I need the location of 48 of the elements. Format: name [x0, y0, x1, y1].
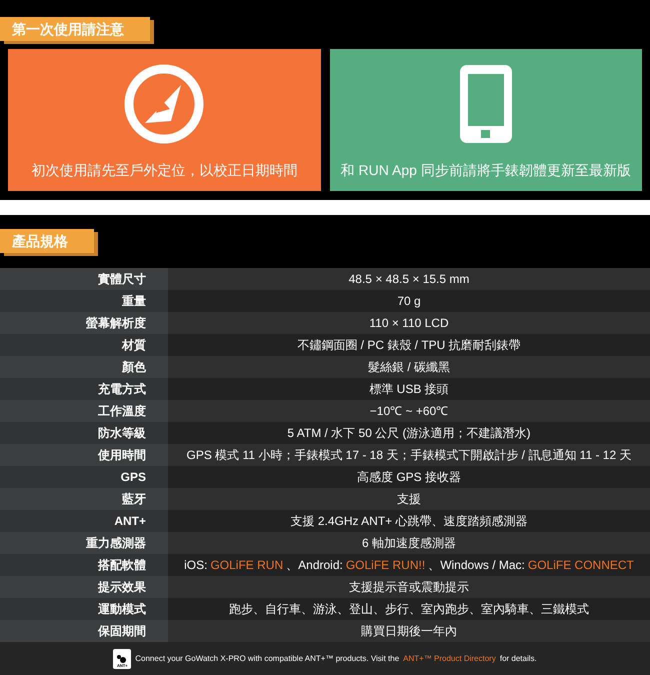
spec-value: 標準 USB 接頭 [168, 378, 650, 400]
spec-label: 充電方式 [0, 378, 168, 400]
spec-label: ANT+ [0, 510, 168, 532]
section-title: 第一次使用請注意 [0, 17, 150, 41]
spec-value: 、Windows / Mac: [428, 557, 525, 574]
spec-label: 顏色 [0, 356, 168, 378]
spec-label: 提示效果 [0, 576, 168, 598]
notice-text: 初次使用請先至戶外定位，以校正日期時間 [30, 161, 298, 179]
spec-value: 70 g [168, 290, 650, 312]
spec-label: 重量 [0, 290, 168, 312]
spec-label: 使用時間 [0, 444, 168, 466]
spec-value: 110 × 110 LCD [168, 312, 650, 334]
spec-value: iOS: [184, 557, 208, 574]
spec-label: 材質 [0, 334, 168, 356]
directory-link[interactable]: ANT+™ Product Directory [403, 652, 496, 664]
spec-value: 跑步、自行車、游泳、登山、步行、室內跑步、室內騎車、三鐵模式 [168, 598, 650, 620]
section-title: 產品規格 [0, 229, 94, 253]
spec-label: 防水等級 [0, 422, 168, 444]
footer-text: for details. [500, 652, 537, 664]
footer-text: Connect your GoWatch X-PRO with compatible ANT+™ products. Visit the [135, 652, 400, 664]
spec-value: 5 ATM / 水下 50 公尺 (游泳適用；不建議潛水) [168, 422, 650, 444]
software-link[interactable]: GOLiFE CONNECT [528, 556, 634, 574]
compass-icon [123, 63, 206, 145]
spec-value: 6 軸加速度感測器 [168, 532, 650, 554]
spec-value: 不鏽鋼面圈 / PC 錶殼 / TPU 抗磨耐刮錶帶 [168, 334, 650, 356]
spec-value: 48.5 × 48.5 × 15.5 mm [168, 268, 650, 290]
spec-label: 螢幕解析度 [0, 312, 168, 334]
spec-label: 搭配軟體 [0, 554, 168, 576]
spec-value: 、Android: [286, 557, 343, 574]
spec-value: −10℃ ~ +60℃ [168, 400, 650, 422]
spec-label: 重力感測器 [0, 532, 168, 554]
spec-label: 保固期間 [0, 620, 168, 642]
spec-value: GPS 模式 11 小時；手錶模式 17 - 18 天；手錶模式下開啟計步 / 訊息通知 11 - 12 天 [168, 444, 650, 466]
notice-text: 和 RUN App 同步前請將手錶韌體更新至最新版 [340, 161, 632, 179]
spec-label: 運動模式 [0, 598, 168, 620]
spec-value: 髮絲銀 / 碳纖黑 [168, 356, 650, 378]
spec-label: 藍牙 [0, 488, 168, 510]
spec-label: 工作溫度 [0, 400, 168, 422]
software-link[interactable]: GOLiFE RUN!! [346, 556, 426, 574]
spec-value: 高感度 GPS 接收器 [168, 466, 650, 488]
software-link[interactable]: GOLiFE RUN [210, 556, 284, 574]
spec-label: GPS [0, 466, 168, 488]
spec-value: 支援 [168, 488, 650, 510]
spec-value: 支援提示音或震動提示 [168, 576, 650, 598]
spec-value: 支援 2.4GHz ANT+ 心跳帶、速度踏頻感測器 [168, 510, 650, 532]
phone-icon [458, 63, 514, 145]
spec-label: 實體尺寸 [0, 268, 168, 290]
spec-value: 購買日期後一年內 [168, 620, 650, 642]
